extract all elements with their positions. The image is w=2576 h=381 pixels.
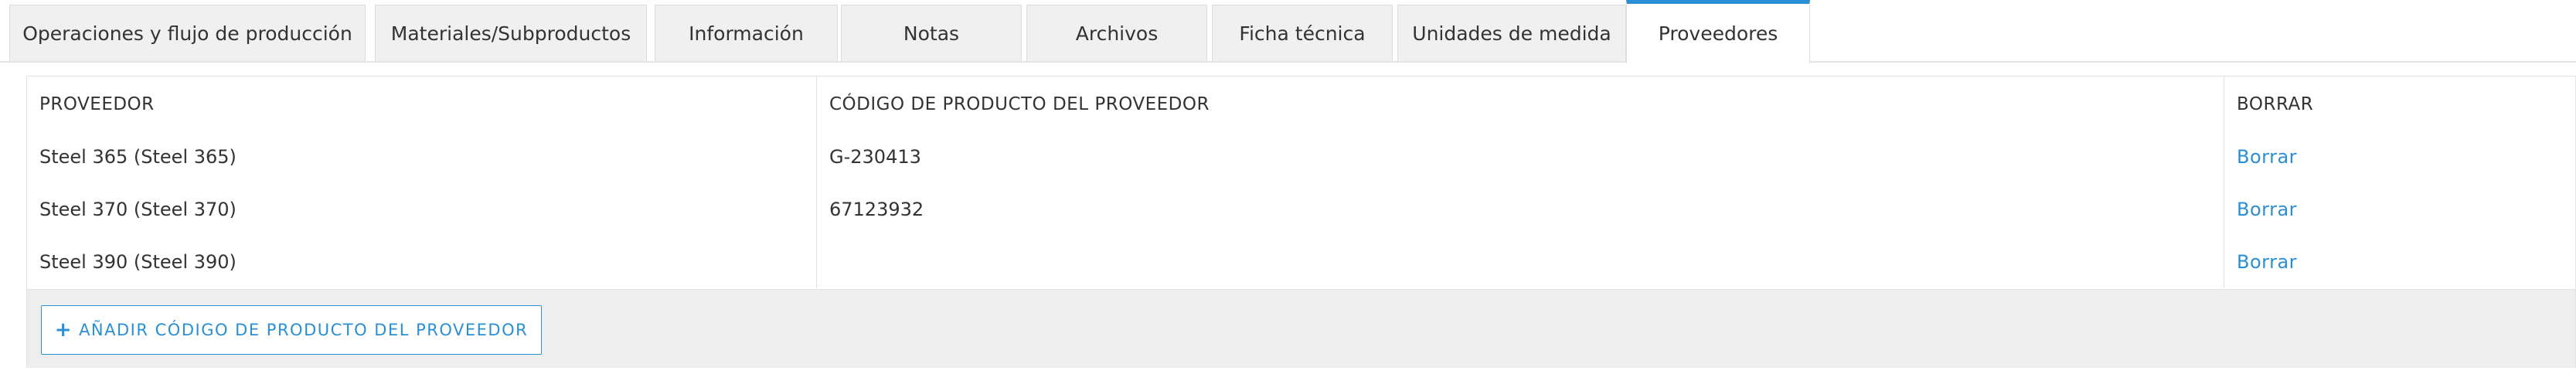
supplier-name: Steel 365 (Steel 365) [27,131,817,183]
add-button-label: AÑADIR CÓDIGO DE PRODUCTO DEL PROVEEDOR [79,321,529,339]
table-footer: + AÑADIR CÓDIGO DE PRODUCTO DEL PROVEEDO… [27,289,2575,368]
tab-informacion[interactable]: Información [655,5,838,62]
delete-link[interactable]: Borrar [2237,199,2297,220]
header-supplier: PROVEEDOR [27,77,817,131]
table-row: Steel 390 (Steel 390) Borrar [27,236,2575,288]
tab-operaciones[interactable]: Operaciones y flujo de producción [9,5,366,62]
tab-notas[interactable]: Notas [841,5,1022,62]
add-supplier-code-button[interactable]: + AÑADIR CÓDIGO DE PRODUCTO DEL PROVEEDO… [41,305,542,355]
delete-link[interactable]: Borrar [2237,146,2297,168]
tab-archivos[interactable]: Archivos [1026,5,1207,62]
table-header-row: PROVEEDOR CÓDIGO DE PRODUCTO DEL PROVEED… [27,77,2575,131]
header-supplier-code: CÓDIGO DE PRODUCTO DEL PROVEEDOR [816,77,2224,131]
plus-icon: + [54,318,73,342]
supplier-name: Steel 370 (Steel 370) [27,183,817,236]
suppliers-table: PROVEEDOR CÓDIGO DE PRODUCTO DEL PROVEED… [27,77,2575,288]
table-row: Steel 365 (Steel 365) G-230413 Borrar [27,131,2575,183]
tab-unidades-de-medida[interactable]: Unidades de medida [1397,5,1626,62]
supplier-code: G-230413 [816,131,2224,183]
delete-cell: Borrar [2224,236,2576,288]
tab-ficha-tecnica[interactable]: Ficha técnica [1212,5,1393,62]
header-delete: BORRAR [2237,94,2314,114]
delete-cell: Borrar [2224,131,2576,183]
supplier-name: Steel 390 (Steel 390) [27,236,817,288]
delete-link[interactable]: Borrar [2237,251,2297,273]
tab-proveedores[interactable]: Proveedores [1626,0,1810,63]
tab-materiales[interactable]: Materiales/Subproductos [375,5,647,62]
tab-bar-divider [0,61,2576,63]
suppliers-panel: PROVEEDOR CÓDIGO DE PRODUCTO DEL PROVEED… [26,76,2576,368]
delete-cell: Borrar [2224,183,2576,236]
supplier-code: 67123932 [816,183,2224,236]
tab-bar: Operaciones y flujo de producción Materi… [0,0,2576,63]
table-row: Steel 370 (Steel 370) 67123932 Borrar [27,183,2575,236]
supplier-code [816,236,2224,288]
